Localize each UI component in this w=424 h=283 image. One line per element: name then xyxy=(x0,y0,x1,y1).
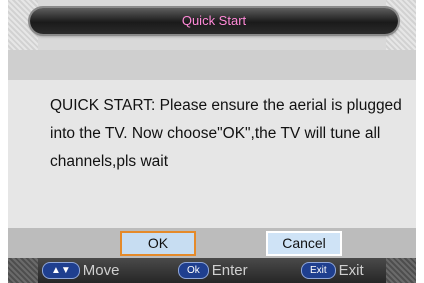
up-down-arrows-icon: ▲▼ xyxy=(42,262,80,279)
key-hint-footer: ▲▼ Move Ok Enter Exit Exit xyxy=(8,258,416,283)
move-hint: ▲▼ Move xyxy=(42,261,119,280)
enter-hint-label: Enter xyxy=(211,262,248,279)
footer-frame-right xyxy=(386,258,416,283)
ok-button[interactable]: OK xyxy=(120,231,196,256)
cancel-button[interactable]: Cancel xyxy=(266,231,342,256)
move-hint-label: Move xyxy=(82,262,120,279)
title-bar: Quick Start xyxy=(8,0,416,51)
message-text: QUICK START: Please ensure the aerial is… xyxy=(50,97,402,170)
quick-start-dialog: Quick Start QUICK START: Please ensure t… xyxy=(8,0,416,283)
button-bar: OK Cancel xyxy=(8,228,416,258)
header-strip xyxy=(8,50,416,80)
message-area: QUICK START: Please ensure the aerial is… xyxy=(8,80,416,228)
footer-frame-left xyxy=(8,258,38,283)
exit-hint: Exit Exit xyxy=(301,261,364,280)
exit-hint-label: Exit xyxy=(338,262,364,279)
enter-hint: Ok Enter xyxy=(178,261,248,280)
dialog-title: Quick Start xyxy=(181,13,247,28)
ok-key-icon: Ok xyxy=(178,262,209,279)
exit-key-icon: Exit xyxy=(301,262,336,279)
